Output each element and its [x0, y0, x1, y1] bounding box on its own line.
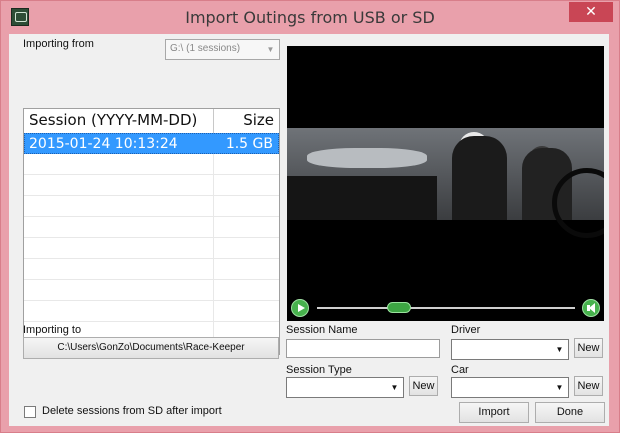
source-drive-dropdown[interactable]: G:\ (1 sessions) ▼: [165, 39, 280, 60]
close-button[interactable]: ✕: [569, 2, 613, 22]
video-preview[interactable]: [287, 46, 604, 321]
sessions-table[interactable]: Session (YYYY-MM-DD) Size 2015-01-24 10:…: [23, 108, 280, 355]
table-row: [24, 301, 279, 322]
column-header-session[interactable]: Session (YYYY-MM-DD): [29, 111, 197, 129]
new-session-type-button[interactable]: New: [409, 376, 438, 396]
importing-from-label: Importing from: [23, 38, 94, 50]
title-bar: Import Outings from USB or SD ✕: [1, 1, 619, 33]
table-row: [24, 259, 279, 280]
session-size-cell: 1.5 GB: [225, 136, 273, 152]
session-name-label: Session Name: [286, 324, 358, 336]
play-icon[interactable]: [291, 299, 309, 317]
seek-thumb[interactable]: [387, 302, 412, 313]
session-name-input[interactable]: [286, 339, 440, 358]
volume-icon[interactable]: [582, 299, 600, 317]
driver-dropdown[interactable]: ▼: [451, 339, 569, 360]
window-title: Import Outings from USB or SD: [185, 8, 435, 27]
new-driver-button[interactable]: New: [574, 338, 603, 358]
table-row[interactable]: 2015-01-24 10:13:24 1.5 GB: [24, 133, 279, 154]
table-row: [24, 196, 279, 217]
car-dropdown[interactable]: ▼: [451, 377, 569, 398]
session-type-dropdown[interactable]: ▼: [286, 377, 404, 398]
destination-path-button[interactable]: C:\Users\GonZo\Documents\Race-Keeper: [23, 337, 279, 359]
dialog-body: Importing from G:\ (1 sessions) ▼ Sessio…: [9, 34, 609, 426]
chevron-down-icon: ▼: [266, 45, 275, 54]
chevron-down-icon: ▼: [555, 383, 564, 392]
video-frame: [287, 128, 604, 238]
car-label: Car: [451, 364, 469, 376]
source-drive-value: G:\ (1 sessions): [170, 43, 241, 54]
import-button[interactable]: Import: [459, 402, 529, 423]
importing-to-label: Importing to: [23, 324, 82, 336]
chevron-down-icon: ▼: [390, 383, 399, 392]
import-window: Import Outings from USB or SD ✕ Importin…: [0, 0, 620, 433]
table-row: [24, 154, 279, 175]
driver-label: Driver: [451, 324, 481, 336]
column-header-size[interactable]: Size: [243, 111, 274, 129]
session-date-cell: 2015-01-24 10:13:24: [29, 136, 178, 152]
sessions-table-header: Session (YYYY-MM-DD) Size: [24, 109, 279, 134]
chevron-down-icon: ▼: [555, 345, 564, 354]
seek-track[interactable]: [317, 307, 575, 309]
new-car-button[interactable]: New: [574, 376, 603, 396]
table-row: [24, 175, 279, 196]
table-row: [24, 280, 279, 301]
session-type-label: Session Type: [286, 364, 352, 376]
table-row: [24, 238, 279, 259]
table-row: [24, 217, 279, 238]
delete-after-import-checkbox[interactable]: [24, 406, 36, 418]
player-controls: [287, 296, 604, 321]
done-button[interactable]: Done: [535, 402, 605, 423]
delete-after-import-label: Delete sessions from SD after import: [42, 405, 222, 417]
